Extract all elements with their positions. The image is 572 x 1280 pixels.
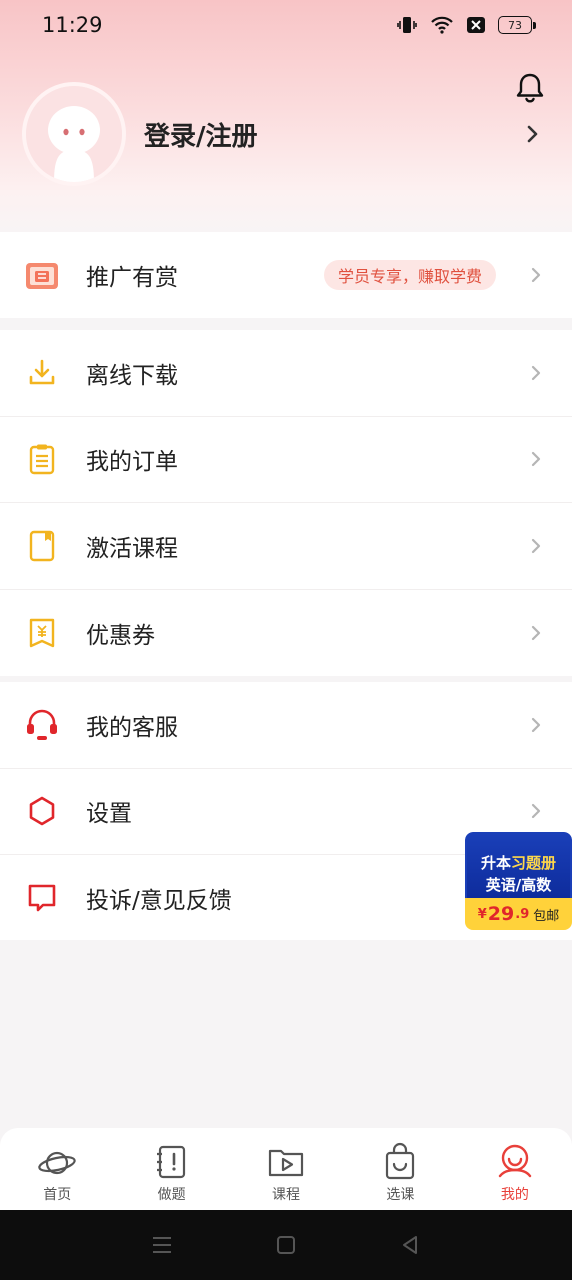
- tab-label: 课程: [272, 1187, 301, 1203]
- chevron-right-icon: [531, 717, 541, 732]
- clipboard-icon: [24, 441, 60, 477]
- sim-off-icon: [467, 17, 485, 33]
- tab-select-course[interactable]: 选课: [343, 1128, 457, 1210]
- battery-icon: 73: [498, 16, 536, 34]
- chevron-right-icon: [527, 125, 538, 143]
- chevron-right-icon: [531, 804, 541, 819]
- floating-ad-banner[interactable]: 升本习题册 英语/高数 ¥ 29 .9 包邮: [465, 832, 572, 930]
- feedback-icon: [24, 880, 60, 916]
- ad-line2: 英语/高数: [485, 876, 552, 894]
- menu-row-my-orders[interactable]: 我的订单: [0, 417, 572, 503]
- menu-label: 离线下载: [86, 362, 178, 389]
- ad-line1-b: 习题册: [511, 854, 557, 872]
- tab-label: 做题: [157, 1187, 186, 1203]
- wifi-icon: [431, 16, 453, 34]
- exercise-book-icon: [156, 1145, 185, 1179]
- menu-row-offline-download[interactable]: 离线下载: [0, 330, 572, 417]
- chevron-right-icon: [531, 538, 541, 553]
- menu-label: 推广有赏: [86, 265, 178, 291]
- menu-row-customer-service[interactable]: 我的客服: [0, 682, 572, 769]
- menu-label: 激活课程: [86, 535, 178, 562]
- status-time: 11:29: [42, 13, 103, 37]
- hexagon-settings-icon: [24, 793, 60, 829]
- tab-label: 首页: [43, 1187, 72, 1203]
- chevron-right-icon: [531, 625, 541, 640]
- login-register-label[interactable]: 登录/注册: [144, 116, 258, 153]
- bottom-tab-bar: 首页 做题 课程 选课 我的: [0, 1128, 572, 1210]
- ad-price-dec: .9: [515, 906, 530, 922]
- profile-face-icon: [498, 1144, 532, 1178]
- promo-badge: 学员专享，赚取学费: [324, 260, 497, 290]
- tab-exercises[interactable]: 做题: [114, 1128, 228, 1210]
- ad-title: 升本习题册 英语/高数: [465, 832, 572, 898]
- back-triangle-icon[interactable]: [399, 1234, 421, 1256]
- coupon-icon: [24, 615, 60, 651]
- menu-row-coupons[interactable]: 优惠券: [0, 590, 572, 677]
- menu-icon[interactable]: [151, 1235, 173, 1255]
- menu-label: 我的客服: [86, 714, 178, 741]
- video-play-icon: [268, 1149, 304, 1177]
- gift-box-icon: [24, 257, 60, 293]
- tab-label: 我的: [500, 1187, 529, 1203]
- vibrate-icon: [397, 17, 417, 33]
- avatar[interactable]: [22, 82, 126, 186]
- menu-row-promo[interactable]: 推广有赏 学员专享，赚取学费: [0, 232, 572, 318]
- menu-label: 优惠券: [86, 622, 155, 649]
- ad-line1-a: 升本: [480, 854, 511, 872]
- battery-level: 73: [508, 18, 522, 32]
- menu-group-1: 离线下载 我的订单 激活课程 优惠券: [0, 330, 572, 676]
- bookmark-icon: [24, 528, 60, 564]
- chevron-right-icon: [531, 267, 541, 283]
- status-icons: 73: [396, 15, 536, 35]
- home-square-icon[interactable]: [275, 1234, 297, 1256]
- menu-label: 我的订单: [86, 449, 178, 476]
- promo-card: 推广有赏 学员专享，赚取学费: [0, 232, 572, 318]
- menu-label: 设置: [86, 801, 132, 828]
- ad-shipping: 包邮: [533, 908, 560, 924]
- status-bar: 11:29 73: [0, 0, 572, 50]
- tab-label: 选课: [386, 1187, 415, 1203]
- menu-row-activate-course[interactable]: 激活课程: [0, 503, 572, 590]
- chevron-right-icon: [531, 452, 541, 467]
- ad-currency: ¥: [477, 906, 487, 922]
- download-icon: [24, 355, 60, 391]
- planet-icon: [38, 1151, 76, 1175]
- login-row[interactable]: 登录/注册: [0, 82, 572, 192]
- headset-icon: [24, 707, 60, 743]
- shopping-bag-icon: [386, 1142, 415, 1180]
- ad-price: ¥ 29 .9 包邮: [465, 898, 572, 930]
- tab-courses[interactable]: 课程: [229, 1128, 343, 1210]
- tab-home[interactable]: 首页: [0, 1128, 114, 1210]
- default-avatar-icon: [26, 86, 122, 182]
- tab-mine[interactable]: 我的: [458, 1128, 572, 1210]
- system-nav-bar: [0, 1210, 572, 1280]
- menu-label: 投诉/意见反馈: [86, 888, 232, 915]
- ad-price-int: 29: [487, 903, 515, 925]
- chevron-right-icon: [531, 365, 541, 380]
